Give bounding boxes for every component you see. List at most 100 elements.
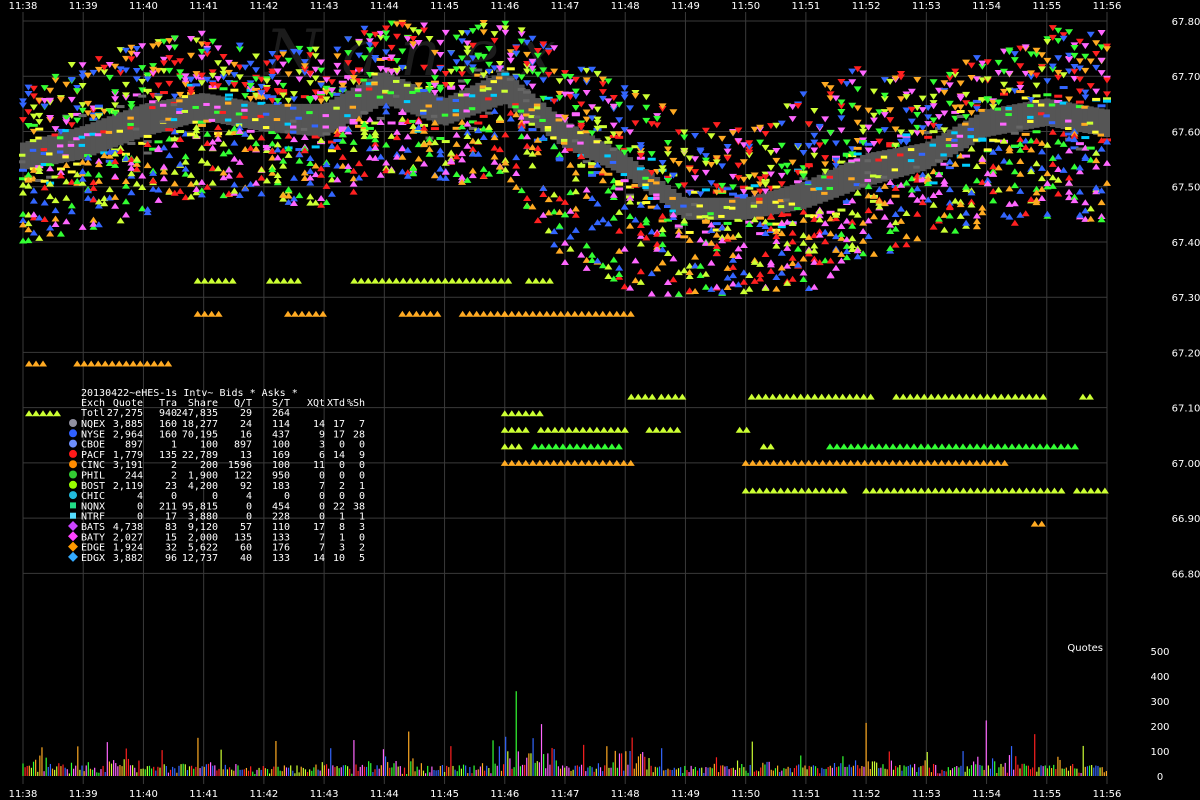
legend-exchange-row: 10 xyxy=(333,553,345,564)
quote-level-bar xyxy=(246,129,255,133)
bottom-time-label: 11:39 xyxy=(69,789,98,800)
nbbo-band-segment xyxy=(188,95,195,124)
quote-level-bar xyxy=(528,128,537,132)
quote-level-bar xyxy=(1103,99,1111,103)
quote-level-bar xyxy=(1075,142,1084,146)
quote-level-bar xyxy=(864,142,873,146)
quote-level-bar xyxy=(929,181,938,185)
nbbo-band-segment xyxy=(372,75,379,109)
exchange-swatch-icon xyxy=(69,491,77,500)
nbbo-band-segment xyxy=(589,135,596,161)
volume-axis-label: 0 xyxy=(1157,772,1163,783)
legend-exchange-row: 96 xyxy=(165,553,177,564)
price-label: 67.20 xyxy=(1172,348,1200,359)
quote-level-bar xyxy=(224,93,233,97)
bottom-time-label: 11:41 xyxy=(189,789,218,800)
quote-level-bar xyxy=(501,72,510,76)
bottom-time-label: 11:47 xyxy=(551,789,580,800)
quote-level-bar xyxy=(750,184,759,188)
nbbo-band-segment xyxy=(545,107,552,137)
nbbo-band-segment xyxy=(1082,105,1089,134)
nbbo-band-segment xyxy=(1001,106,1008,134)
nbbo-band-segment xyxy=(670,188,677,212)
quote-level-bar xyxy=(891,194,900,198)
quote-level-bar xyxy=(1054,94,1063,98)
nbbo-band-segment xyxy=(583,132,590,158)
quote-level-bar xyxy=(615,187,624,191)
quote-level-bar xyxy=(723,187,732,191)
bottom-time-label: 11:56 xyxy=(1093,789,1122,800)
nbbo-band-segment xyxy=(849,159,856,192)
legend-exchange-row: 5 xyxy=(359,553,365,564)
nbbo-band-segment xyxy=(41,136,48,167)
quote-level-bar xyxy=(127,141,136,145)
quote-level-bar xyxy=(219,87,228,91)
nbbo-band-segment xyxy=(686,197,693,220)
exchange-swatch-icon xyxy=(69,429,77,438)
legend-exchange-row: 14 xyxy=(313,553,325,564)
quote-level-bar xyxy=(956,110,965,114)
quote-level-bar xyxy=(506,67,515,71)
quote-level-bar xyxy=(571,112,580,116)
nbbo-band-segment xyxy=(892,148,899,179)
exchange-swatch-icon xyxy=(69,419,77,427)
top-time-label: 11:41 xyxy=(189,1,218,12)
nbbo-band-segment xyxy=(350,87,357,121)
exchange-swatch-icon xyxy=(69,439,77,448)
nbbo-band-segment xyxy=(887,149,894,181)
quote-level-bar xyxy=(322,132,331,136)
quote-level-bar xyxy=(853,146,862,150)
quote-level-bar xyxy=(598,125,607,129)
nbbo-band-segment xyxy=(735,197,742,220)
legend-header-row: Exch xyxy=(81,398,105,409)
nbbo-band-segment xyxy=(90,122,97,156)
quote-level-bar xyxy=(143,151,152,155)
bottom-time-label: 11:46 xyxy=(490,789,519,800)
top-time-label: 11:39 xyxy=(69,1,98,12)
quote-level-bar xyxy=(756,216,765,220)
quote-level-bar xyxy=(436,136,445,140)
quote-level-bar xyxy=(116,105,125,109)
price-label: 67.50 xyxy=(1172,183,1200,194)
nbbo-band-segment xyxy=(139,104,146,138)
bottom-time-label: 11:51 xyxy=(791,789,820,800)
quote-level-bar xyxy=(685,230,694,234)
top-time-label: 11:52 xyxy=(852,1,881,12)
quote-level-bar xyxy=(333,139,342,143)
quote-level-bar xyxy=(647,157,656,161)
top-time-label: 11:40 xyxy=(129,1,158,12)
bottom-time-label: 11:48 xyxy=(611,789,640,800)
quote-level-bar xyxy=(338,126,347,130)
nbbo-band-segment xyxy=(377,72,384,106)
nbbo-band-segment xyxy=(534,98,541,129)
bottom-time-label: 11:49 xyxy=(671,789,700,800)
quote-level-bar xyxy=(268,95,277,99)
quote-level-bar xyxy=(1075,100,1084,104)
bottom-time-label: 11:53 xyxy=(912,789,941,800)
quote-level-bar xyxy=(479,114,488,118)
nbbo-band-segment xyxy=(334,96,341,130)
nbbo-band-segment xyxy=(231,98,238,127)
nbbo-band-segment xyxy=(95,120,102,154)
nbbo-band-segment xyxy=(469,85,476,116)
quote-level-bar xyxy=(642,201,651,205)
top-time-label: 11:47 xyxy=(551,1,580,12)
nbbo-band-segment xyxy=(833,167,839,198)
nbbo-band-segment xyxy=(307,103,314,136)
top-time-label: 11:46 xyxy=(490,1,519,12)
nbbo-band-segment xyxy=(746,196,753,220)
nbbo-band-segment xyxy=(442,97,449,126)
volume-axis-label: 500 xyxy=(1150,647,1169,658)
legend-total-row: 27,275 xyxy=(107,408,143,419)
legend-total-row: 264 xyxy=(272,408,290,419)
quote-level-bar xyxy=(962,163,971,167)
nbbo-band-segment xyxy=(101,118,108,152)
quote-level-bar xyxy=(1097,104,1106,108)
quote-level-bar xyxy=(349,121,358,125)
top-time-label: 11:42 xyxy=(249,1,278,12)
nbbo-band-segment xyxy=(870,152,877,185)
legend-header-row: XTd xyxy=(327,398,345,409)
legend-exchange-row: 3,882 xyxy=(113,553,143,564)
top-time-label: 11:38 xyxy=(9,1,38,12)
nbbo-band-segment xyxy=(898,147,905,178)
